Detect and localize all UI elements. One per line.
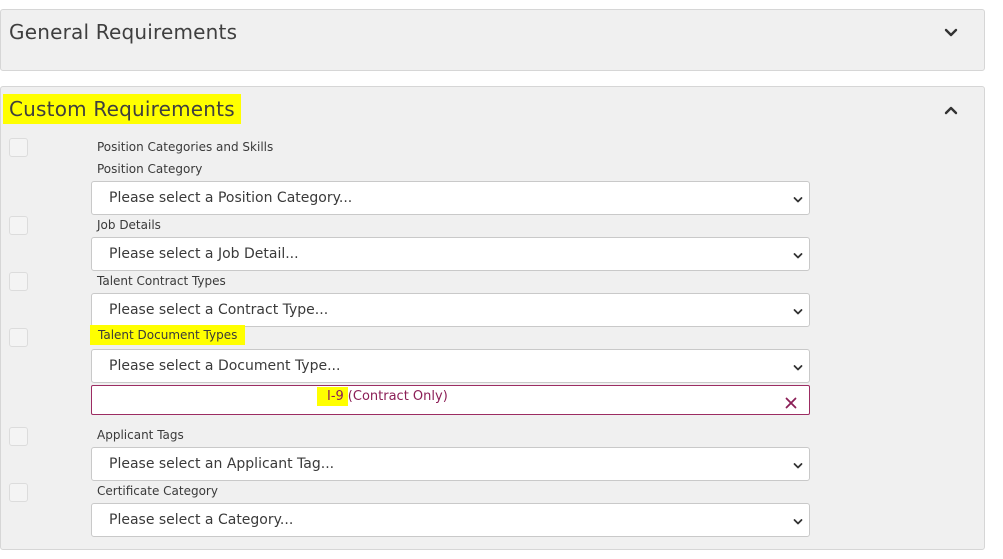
position-category-checkbox[interactable] (9, 138, 28, 157)
chevron-down-icon (793, 459, 803, 469)
chevron-down-icon (793, 249, 803, 259)
job-details-select[interactable]: Please select a Job Detail... (91, 237, 810, 271)
selected-document-code: I-9 (317, 387, 348, 406)
certificate-category-select[interactable]: Please select a Category... (91, 503, 810, 537)
contract-types-checkbox[interactable] (9, 272, 28, 291)
position-category-label: Position Category (97, 162, 203, 176)
chevron-down-icon (793, 515, 803, 525)
custom-requirements-title[interactable]: Custom Requirements (3, 94, 241, 124)
document-types-label: Talent Document Types (90, 325, 246, 345)
chevron-up-icon[interactable] (944, 103, 958, 117)
applicant-tags-select[interactable]: Please select an Applicant Tag... (91, 447, 810, 481)
applicant-tags-placeholder: Please select an Applicant Tag... (109, 456, 335, 472)
close-icon[interactable] (785, 394, 797, 409)
position-category-placeholder: Please select a Position Category... (109, 190, 353, 206)
chevron-down-icon (793, 193, 803, 203)
chevron-down-icon[interactable] (944, 26, 958, 40)
document-types-select[interactable]: Please select a Document Type... (91, 349, 810, 383)
custom-requirements-panel: Custom Requirements Position Categories … (0, 86, 985, 550)
certificate-category-placeholder: Please select a Category... (109, 512, 294, 528)
general-requirements-title[interactable]: General Requirements (9, 20, 237, 44)
contract-types-select[interactable]: Please select a Contract Type... (91, 293, 810, 327)
job-details-placeholder: Please select a Job Detail... (109, 246, 299, 262)
document-types-placeholder: Please select a Document Type... (109, 358, 341, 374)
selected-document-qualifier: (Contract Only) (347, 389, 448, 404)
job-details-checkbox[interactable] (9, 216, 28, 235)
certificate-category-checkbox[interactable] (9, 483, 28, 502)
selected-document-tag: I-9 (Contract Only) (91, 385, 810, 415)
chevron-down-icon (793, 361, 803, 371)
position-category-select[interactable]: Please select a Position Category... (91, 181, 810, 215)
contract-types-label: Talent Contract Types (97, 274, 226, 288)
document-types-checkbox[interactable] (9, 328, 28, 347)
certificate-category-label: Certificate Category (97, 484, 218, 498)
applicant-tags-label: Applicant Tags (97, 428, 184, 442)
general-requirements-panel: General Requirements (0, 9, 985, 71)
selected-document-text: I-9 (Contract Only) (317, 387, 448, 406)
job-details-label: Job Details (97, 218, 161, 232)
applicant-tags-checkbox[interactable] (9, 427, 28, 446)
section-heading: Position Categories and Skills (97, 140, 274, 154)
chevron-down-icon (793, 305, 803, 315)
contract-types-placeholder: Please select a Contract Type... (109, 302, 329, 318)
